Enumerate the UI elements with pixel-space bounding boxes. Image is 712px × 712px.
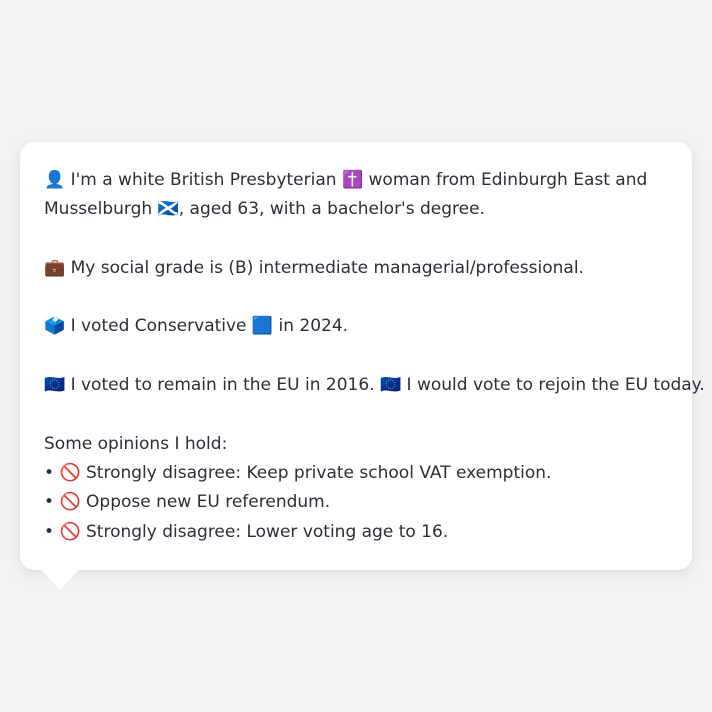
opinion-text: Strongly disagree: Keep private school V… (86, 462, 552, 483)
prohibited-icon: 🚫 (59, 492, 81, 513)
identity-text-1: I'm a white British Presbyterian (70, 170, 337, 190)
opinion-item: • 🚫 Oppose new EU referendum. (44, 488, 672, 517)
eu-flag-icon: 🇪🇺 (44, 375, 66, 396)
bubble-tail (40, 569, 80, 590)
bullet: • (44, 521, 55, 542)
opinion-item: • 🚫 Strongly disagree: Keep private scho… (44, 459, 672, 488)
eu-flag-icon: 🇪🇺 (379, 375, 402, 396)
person-icon: 👤 (44, 170, 66, 190)
eu-text-1: I voted to remain in the EU in 2016. (70, 375, 375, 396)
cross-icon: ✝️ (341, 170, 364, 190)
social-grade-text: My social grade is (B) intermediate mana… (70, 257, 584, 278)
opinion-text: Strongly disagree: Lower voting age to 1… (86, 521, 449, 542)
vote-2024-paragraph: 🗳️ I voted Conservative 🟦 in 2024. (44, 312, 672, 341)
blue-square-icon: 🟦 (251, 316, 274, 337)
eu-text-2: I would vote to rejoin the EU today. (406, 375, 705, 396)
ballot-box-icon: 🗳️ (44, 316, 66, 337)
opinion-item: • 🚫 Strongly disagree: Lower voting age … (44, 518, 672, 547)
eu-paragraph: 🇪🇺 I voted to remain in the EU in 2016. … (44, 371, 705, 400)
opinions-list: • 🚫 Strongly disagree: Keep private scho… (44, 459, 672, 547)
opinion-text: Oppose new EU referendum. (86, 492, 331, 513)
persona-chat-bubble: 👤 I'm a white British Presbyterian ✝️ wo… (20, 142, 705, 570)
prohibited-icon: 🚫 (59, 462, 81, 483)
bullet: • (44, 462, 55, 483)
bullet: • (44, 492, 55, 513)
vote-2024-text-2: in 2024. (278, 316, 349, 337)
vote-2024-text-1: I voted Conservative (70, 316, 247, 337)
opinions-heading: Some opinions I hold: (44, 433, 228, 454)
scotland-flag-icon: 🏴󠁧󠁢󠁳󠁣󠁴󠁿 (157, 199, 179, 220)
social-grade-paragraph: 💼 My social grade is (B) intermediate ma… (44, 254, 672, 283)
briefcase-icon: 💼 (44, 257, 66, 278)
prohibited-icon: 🚫 (59, 521, 81, 542)
identity-text-3: , aged 63, with a bachelor's degree. (178, 199, 485, 220)
identity-paragraph: 👤 I'm a white British Presbyterian ✝️ wo… (44, 166, 672, 225)
